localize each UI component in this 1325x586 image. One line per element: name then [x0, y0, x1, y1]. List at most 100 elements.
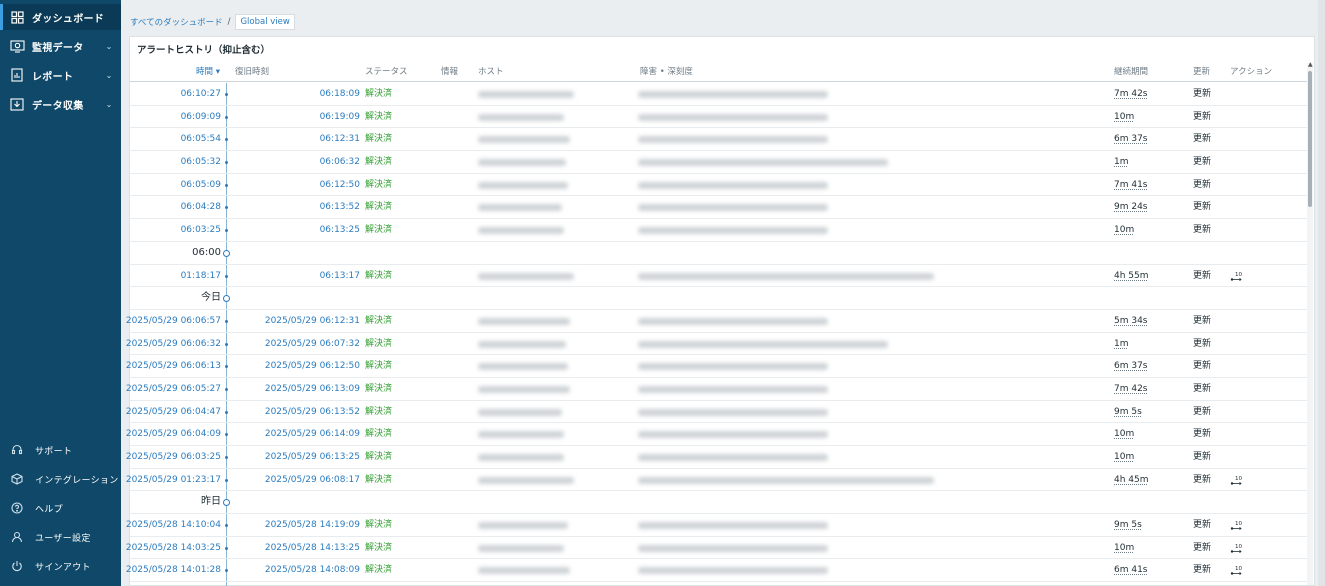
- problem-redacted[interactable]: [638, 522, 828, 530]
- update-link[interactable]: 更新: [1193, 446, 1211, 468]
- sidebar-item-report[interactable]: レポート ⌄: [0, 62, 121, 88]
- table-row[interactable]: 2025/05/28 14:03:25 2025/05/28 14:13:25 解決…: [126, 537, 1308, 560]
- actions-icon[interactable]: 10: [1230, 542, 1244, 554]
- table-row[interactable]: 2025/05/29 06:04:47 2025/05/29 06:13:52 解決…: [126, 401, 1308, 424]
- column-update[interactable]: 更新: [1193, 65, 1210, 77]
- update-link[interactable]: 更新: [1193, 469, 1211, 491]
- table-row[interactable]: 06:10:27 06:18:09 解決済 7m 42s 更新: [130, 83, 1308, 106]
- actions-icon[interactable]: 10: [1230, 474, 1244, 486]
- column-info[interactable]: 情報: [441, 65, 458, 77]
- update-link[interactable]: 更新: [1193, 265, 1211, 287]
- update-link[interactable]: 更新: [1193, 537, 1211, 559]
- problem-redacted[interactable]: [638, 113, 828, 121]
- event-time[interactable]: 06:10:27: [181, 83, 221, 105]
- event-time[interactable]: 2025/05/28 14:10:04: [126, 514, 221, 536]
- duration-value[interactable]: 6m 41s: [1114, 559, 1148, 581]
- table-row[interactable]: 06:03:25 06:13:25 解決済 10m 更新: [130, 219, 1308, 242]
- problem-redacted[interactable]: [638, 454, 828, 461]
- sidebar-item-signout[interactable]: サインアウト: [0, 553, 121, 579]
- recovery-time[interactable]: 2025/05/28 14:19:09: [230, 514, 360, 536]
- duration-value[interactable]: 5m 34s: [1114, 310, 1148, 332]
- problem-redacted[interactable]: [638, 91, 828, 98]
- event-time[interactable]: 06:09:09: [181, 106, 221, 128]
- recovery-time[interactable]: 06:06:32: [230, 151, 360, 173]
- event-time[interactable]: 2025/05/28 14:01:28: [126, 559, 221, 581]
- sidebar-item-data-collection[interactable]: データ収集 ⌄: [0, 91, 121, 117]
- problem-redacted[interactable]: [638, 544, 828, 552]
- host-redacted[interactable]: [478, 408, 562, 416]
- event-time[interactable]: 2025/05/29 06:05:27: [126, 378, 221, 400]
- host-redacted[interactable]: [478, 431, 564, 439]
- duration-value[interactable]: 9m 5s: [1114, 401, 1142, 423]
- host-redacted[interactable]: [478, 181, 568, 189]
- host-redacted[interactable]: [478, 476, 574, 484]
- column-status[interactable]: ステータス: [365, 65, 408, 77]
- table-row[interactable]: 2025/05/29 06:06:57 2025/05/29 06:12:31 解決…: [126, 310, 1308, 333]
- recovery-time[interactable]: 2025/05/29 06:14:09: [230, 423, 360, 445]
- event-time[interactable]: 2025/05/29 06:06:13: [126, 355, 221, 377]
- duration-value[interactable]: 10m: [1114, 106, 1134, 128]
- table-row[interactable]: 2025/05/29 01:23:17 2025/05/29 06:08:17 解決…: [126, 469, 1308, 492]
- duration-value[interactable]: 6m 37s: [1114, 128, 1148, 150]
- host-redacted[interactable]: [478, 522, 568, 530]
- problem-redacted[interactable]: [638, 385, 828, 393]
- problem-redacted[interactable]: [638, 340, 888, 348]
- column-actions[interactable]: アクション: [1230, 65, 1272, 77]
- sidebar-item-integration[interactable]: インテグレーション: [0, 466, 121, 492]
- problem-redacted[interactable]: [638, 567, 828, 575]
- table-row[interactable]: 2025/05/29 06:06:13 2025/05/29 06:12:50 解決…: [126, 355, 1308, 378]
- recovery-time[interactable]: 2025/05/29 06:08:17: [230, 469, 360, 491]
- host-redacted[interactable]: [478, 227, 564, 235]
- duration-value[interactable]: 1m: [1114, 333, 1129, 355]
- problem-redacted[interactable]: [638, 408, 828, 416]
- duration-value[interactable]: 1m: [1114, 151, 1129, 173]
- column-host[interactable]: ホスト: [478, 65, 504, 77]
- table-row[interactable]: 2025/05/29 06:05:27 2025/05/29 06:13:09 解決…: [126, 378, 1308, 401]
- update-link[interactable]: 更新: [1193, 423, 1211, 445]
- sidebar-item-dashboard[interactable]: ダッシュボード: [0, 4, 121, 30]
- table-row[interactable]: 2025/05/29 06:04:09 2025/05/29 06:14:09 解決…: [126, 423, 1308, 446]
- event-time[interactable]: 2025/05/29 06:06:57: [126, 310, 221, 332]
- recovery-time[interactable]: 06:12:50: [230, 174, 360, 196]
- problem-redacted[interactable]: [638, 227, 828, 235]
- event-time[interactable]: 2025/05/29 06:03:25: [126, 446, 221, 468]
- update-link[interactable]: 更新: [1193, 559, 1211, 581]
- table-row[interactable]: 06:09:09 06:19:09 解決済 10m 更新: [130, 106, 1308, 129]
- table-row[interactable]: 2025/05/29 06:03:25 2025/05/29 06:13:25 解決…: [126, 446, 1308, 469]
- update-link[interactable]: 更新: [1193, 83, 1211, 105]
- host-redacted[interactable]: [478, 454, 564, 461]
- problem-redacted[interactable]: [638, 136, 828, 144]
- breadcrumb-current[interactable]: Global view: [235, 14, 295, 30]
- sidebar-item-user-settings[interactable]: ユーザー設定: [0, 524, 121, 550]
- event-time[interactable]: 2025/05/29 06:06:32: [126, 333, 221, 355]
- update-link[interactable]: 更新: [1193, 151, 1211, 173]
- event-time[interactable]: 06:03:25: [181, 219, 221, 241]
- sidebar-item-help[interactable]: ヘルプ: [0, 495, 121, 521]
- duration-value[interactable]: 10m: [1114, 446, 1134, 468]
- recovery-time[interactable]: 06:13:25: [230, 219, 360, 241]
- duration-value[interactable]: 7m 42s: [1114, 83, 1148, 105]
- event-time[interactable]: 2025/05/29 01:23:17: [126, 469, 221, 491]
- event-time[interactable]: 06:05:32: [181, 151, 221, 173]
- event-time[interactable]: 2025/05/28 14:03:25: [126, 537, 221, 559]
- duration-value[interactable]: 10m: [1114, 423, 1134, 445]
- recovery-time[interactable]: 2025/05/29 06:07:32: [230, 333, 360, 355]
- recovery-time[interactable]: 2025/05/29 06:12:50: [230, 355, 360, 377]
- duration-value[interactable]: 10m: [1114, 537, 1134, 559]
- recovery-time[interactable]: 2025/05/28 14:08:09: [230, 559, 360, 581]
- problem-redacted[interactable]: [638, 317, 828, 325]
- actions-icon[interactable]: 10: [1230, 519, 1244, 531]
- update-link[interactable]: 更新: [1193, 128, 1211, 150]
- host-redacted[interactable]: [478, 136, 570, 144]
- problem-redacted[interactable]: [638, 159, 888, 167]
- sidebar-item-support[interactable]: サポート: [0, 437, 121, 463]
- event-time[interactable]: 2025/05/29 06:04:47: [126, 401, 221, 423]
- column-recovery[interactable]: 復旧時刻: [235, 65, 269, 77]
- table-row[interactable]: 2025/05/28 14:01:28 2025/05/28 14:08:09 解決…: [126, 559, 1308, 583]
- recovery-time[interactable]: 06:18:09: [230, 83, 360, 105]
- problem-redacted[interactable]: [638, 181, 828, 189]
- host-redacted[interactable]: [478, 567, 570, 575]
- host-redacted[interactable]: [478, 272, 574, 280]
- update-link[interactable]: 更新: [1193, 106, 1211, 128]
- recovery-time[interactable]: 06:19:09: [230, 106, 360, 128]
